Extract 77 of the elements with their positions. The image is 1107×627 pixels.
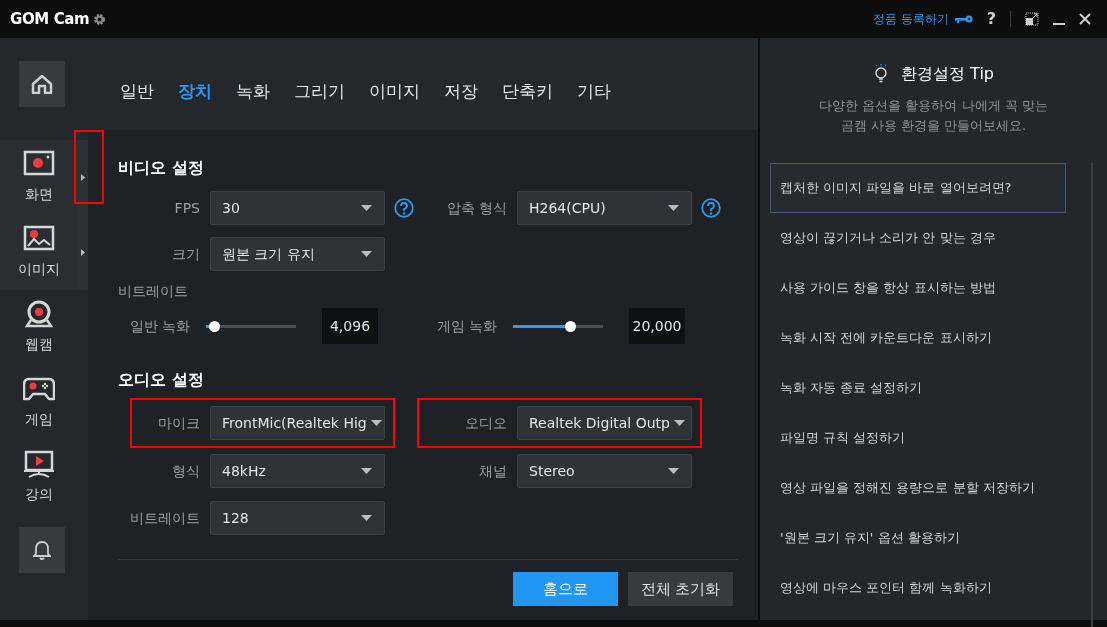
settings-tab[interactable]: 그리기	[294, 79, 345, 105]
dropdown[interactable]: Realtek Digital Outp	[517, 406, 692, 440]
tip-item[interactable]: 녹화 시작 전에 카운트다운 표시하기	[770, 313, 1066, 363]
field-label: FPS	[173, 198, 200, 218]
lightbulb-icon	[873, 64, 889, 84]
close-button[interactable]	[1079, 13, 1091, 25]
caret-down-icon	[673, 420, 685, 426]
field-label: 게임 녹화	[435, 316, 497, 336]
dropdown[interactable]: FrontMic(Realtek Hig	[210, 406, 385, 440]
tip-item[interactable]: '원본 크기 유지' 옵션 활용하기	[770, 513, 1066, 563]
dropdown[interactable]: Stereo	[517, 454, 692, 488]
tip-item[interactable]: 영상 파일을 정해진 용량으로 분할 저장하기	[770, 463, 1066, 513]
caret-down-icon	[361, 251, 372, 257]
expand-arrow-icon	[81, 174, 85, 181]
tip-item[interactable]: 캡처한 이미지 파일을 바로 열어보려면?	[770, 163, 1066, 213]
dropdown[interactable]: 128	[210, 501, 385, 535]
panel-title: 환경설정 Tip	[901, 63, 994, 85]
settings-tab[interactable]: 기타	[577, 79, 611, 105]
tip-item[interactable]: 영상에 마우스 포인터 함께 녹화하기	[770, 563, 1066, 613]
app-logo: GOM Cam	[10, 8, 90, 30]
expand-arrow-icon	[81, 249, 85, 256]
webcam-icon	[23, 300, 55, 328]
image-icon	[23, 225, 55, 253]
field-label: 일반 녹화	[128, 316, 190, 336]
field-label: 압축 형식	[445, 198, 507, 218]
presentation-icon	[23, 450, 55, 478]
dropdown[interactable]: 30	[210, 191, 385, 225]
caret-down-icon	[668, 468, 679, 474]
tip-item[interactable]: 사용 가이드 창을 항상 표시하는 방법	[770, 263, 1066, 313]
section-title: 비디오 설정	[118, 157, 205, 179]
caret-down-icon	[361, 515, 372, 521]
settings-tab[interactable]: 장치	[178, 79, 212, 105]
register-link[interactable]: 정품 등록하기	[872, 10, 949, 28]
caret-down-icon	[361, 205, 372, 211]
caret-down-icon	[370, 420, 382, 426]
minimize-icon	[1053, 23, 1065, 25]
settings-tab[interactable]: 이미지	[369, 79, 420, 105]
field-label: 크기	[171, 244, 200, 264]
sidebar-item[interactable]: 화면	[0, 140, 78, 215]
gear-icon	[93, 12, 107, 26]
settings-tab[interactable]: 일반	[120, 79, 154, 105]
value-display: 20,000	[629, 308, 685, 344]
dropdown[interactable]: H264(CPU)	[517, 191, 692, 225]
field-label: 마이크	[157, 413, 200, 433]
reset-button[interactable]: 전체 초기화	[628, 572, 733, 606]
key-icon	[954, 14, 973, 24]
tip-item[interactable]: 영상이 끊기거나 소리가 안 맞는 경우	[770, 213, 1066, 263]
caret-down-icon	[361, 468, 372, 474]
notification-button[interactable]	[19, 527, 65, 573]
value-display: 4,096	[322, 308, 378, 344]
settings-tab[interactable]: 단축키	[502, 79, 553, 105]
help-button[interactable]: ?	[986, 7, 996, 31]
dropdown[interactable]: 48kHz	[210, 454, 385, 488]
help-icon	[701, 198, 721, 218]
sidebar-item[interactable]: 이미지	[0, 215, 78, 290]
field-label: 채널	[478, 461, 507, 481]
home-button[interactable]	[19, 61, 65, 107]
field-label: 비트레이트	[118, 282, 189, 301]
home-icon	[31, 74, 53, 94]
bell-icon	[33, 540, 51, 560]
tip-item[interactable]: 파일명 규칙 설정하기	[770, 413, 1066, 463]
dropdown[interactable]: 원본 크기 유지	[210, 237, 385, 271]
field-label: 비트레이트	[129, 508, 200, 528]
screen-record-icon	[23, 150, 55, 178]
settings-tab[interactable]: 녹화	[236, 79, 270, 105]
help-icon	[394, 198, 414, 218]
panel-description: 다양한 옵션을 활용하여 나에게 꼭 맞는 곰캠 사용 환경을 만들어보세요.	[819, 97, 1048, 135]
field-label: 오디오	[464, 413, 507, 433]
tip-item[interactable]: 녹화 자동 종료 설정하기	[770, 363, 1066, 413]
field-label: 형식	[171, 461, 200, 481]
caret-down-icon	[668, 205, 679, 211]
restore-button[interactable]	[1025, 12, 1039, 26]
section-title: 오디오 설정	[118, 369, 205, 391]
restore-icon	[1025, 12, 1039, 26]
settings-tab[interactable]: 저장	[444, 79, 478, 105]
gamepad-icon	[23, 375, 55, 403]
close-icon	[1079, 13, 1091, 25]
